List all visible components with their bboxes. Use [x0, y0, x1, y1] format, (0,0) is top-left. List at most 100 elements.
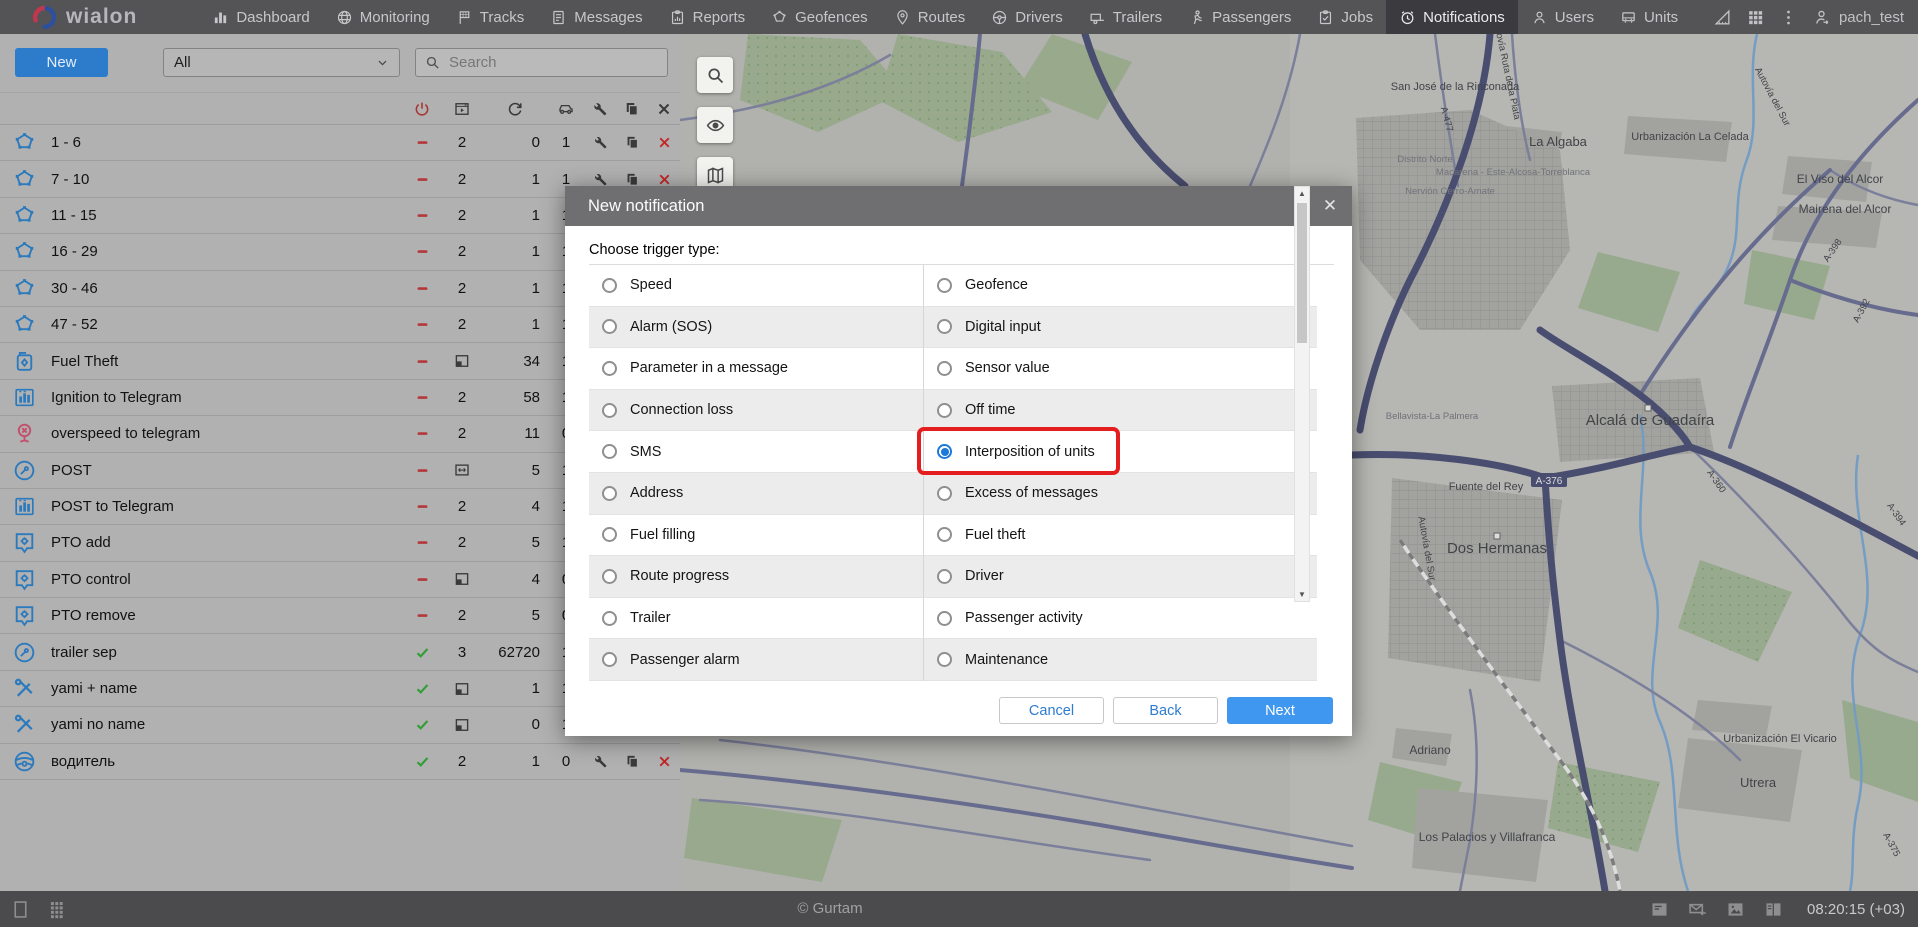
- cancel-button[interactable]: Cancel: [999, 697, 1104, 724]
- nav-item-tracks[interactable]: Tracks: [443, 0, 537, 34]
- radio-icon[interactable]: [937, 611, 952, 626]
- trigger-option[interactable]: Sensor value: [924, 348, 1317, 390]
- trigger-scrollbar[interactable]: ▲ ▼: [1294, 186, 1310, 602]
- nav-item-units[interactable]: Units: [1607, 0, 1691, 34]
- doc-lines-icon[interactable]: [1649, 899, 1670, 920]
- nav-item-notifications[interactable]: Notifications: [1386, 0, 1518, 34]
- radio-icon[interactable]: [937, 569, 952, 584]
- copy-icon[interactable]: [624, 134, 641, 151]
- copy-icon[interactable]: [624, 753, 641, 770]
- apps-icon[interactable]: [1746, 8, 1765, 27]
- activation-toggle[interactable]: [402, 280, 442, 297]
- nav-item-users[interactable]: Users: [1518, 0, 1607, 34]
- wrench-icon[interactable]: [592, 753, 609, 770]
- search-input[interactable]: [447, 53, 659, 72]
- activation-toggle[interactable]: [402, 243, 442, 260]
- nav-item-passengers[interactable]: Passengers: [1175, 0, 1304, 34]
- activation-toggle[interactable]: [402, 171, 442, 188]
- radio-selected[interactable]: [937, 444, 952, 459]
- next-button[interactable]: Next: [1227, 697, 1333, 724]
- radio-icon[interactable]: [602, 403, 617, 418]
- notification-row[interactable]: 1 - 6201: [0, 125, 680, 161]
- nav-item-messages[interactable]: Messages: [537, 0, 655, 34]
- columns-icon[interactable]: [1763, 899, 1784, 920]
- activation-toggle[interactable]: [402, 716, 442, 733]
- user-menu[interactable]: pach_test: [1812, 8, 1904, 27]
- nav-item-geofences[interactable]: Geofences: [758, 0, 881, 34]
- activation-toggle[interactable]: [402, 134, 442, 151]
- trigger-option[interactable]: Fuel theft: [924, 515, 1317, 557]
- nav-item-drivers[interactable]: Drivers: [978, 0, 1076, 34]
- radio-icon[interactable]: [602, 611, 617, 626]
- trigger-option[interactable]: Connection loss: [589, 390, 924, 432]
- activation-toggle[interactable]: [402, 389, 442, 406]
- trigger-option[interactable]: Geofence: [924, 265, 1317, 307]
- new-notification-button[interactable]: New: [15, 48, 108, 77]
- trigger-option[interactable]: Speed: [589, 265, 924, 307]
- back-button[interactable]: Back: [1113, 697, 1218, 724]
- nav-item-routes[interactable]: Routes: [881, 0, 979, 34]
- radio-icon[interactable]: [602, 278, 617, 293]
- close-icon[interactable]: ✕: [1308, 186, 1352, 226]
- radio-icon[interactable]: [602, 319, 617, 334]
- activation-toggle[interactable]: [402, 498, 442, 515]
- trigger-option[interactable]: Digital input: [924, 307, 1317, 349]
- monitor-icon[interactable]: [10, 899, 31, 920]
- radio-icon[interactable]: [937, 486, 952, 501]
- activation-toggle[interactable]: [402, 607, 442, 624]
- radio-icon[interactable]: [602, 486, 617, 501]
- delete-icon[interactable]: [656, 753, 673, 770]
- map-visibility-button[interactable]: [697, 107, 733, 143]
- kebab-icon[interactable]: [1779, 8, 1798, 27]
- radio-icon[interactable]: [602, 361, 617, 376]
- activation-toggle[interactable]: [402, 571, 442, 588]
- trigger-option[interactable]: Fuel filling: [589, 515, 924, 557]
- trigger-option[interactable]: SMS: [589, 431, 924, 473]
- scroll-up-icon[interactable]: ▲: [1295, 189, 1309, 198]
- radio-icon[interactable]: [602, 652, 617, 667]
- grid-icon[interactable]: [47, 899, 68, 920]
- activation-toggle[interactable]: [402, 680, 442, 697]
- trigger-option[interactable]: Address: [589, 473, 924, 515]
- trigger-option[interactable]: Maintenance: [924, 639, 1317, 681]
- trigger-option[interactable]: Trailer: [589, 598, 924, 640]
- radio-icon[interactable]: [937, 278, 952, 293]
- nav-item-dashboard[interactable]: Dashboard: [199, 0, 322, 34]
- activation-toggle[interactable]: [402, 644, 442, 661]
- activation-toggle[interactable]: [402, 462, 442, 479]
- radio-icon[interactable]: [937, 319, 952, 334]
- scroll-thumb[interactable]: [1297, 203, 1307, 343]
- trigger-option[interactable]: Alarm (SOS): [589, 307, 924, 349]
- map-search-button[interactable]: [697, 57, 733, 93]
- radio-icon[interactable]: [937, 527, 952, 542]
- nav-item-monitoring[interactable]: Monitoring: [323, 0, 443, 34]
- trigger-option[interactable]: Interposition of units: [924, 431, 1317, 473]
- radio-icon[interactable]: [602, 569, 617, 584]
- activation-toggle[interactable]: [402, 753, 442, 770]
- radio-icon[interactable]: [937, 652, 952, 667]
- mail-forward-icon[interactable]: [1687, 899, 1708, 920]
- activation-toggle[interactable]: [402, 425, 442, 442]
- filter-select[interactable]: All: [163, 48, 400, 77]
- nav-item-trailers[interactable]: Trailers: [1076, 0, 1175, 34]
- ruler-icon[interactable]: [1713, 8, 1732, 27]
- activation-toggle[interactable]: [402, 353, 442, 370]
- trigger-option[interactable]: Excess of messages: [924, 473, 1317, 515]
- trigger-option[interactable]: Driver: [924, 556, 1317, 598]
- trigger-option[interactable]: Parameter in a message: [589, 348, 924, 390]
- scroll-down-icon[interactable]: ▼: [1295, 590, 1309, 599]
- activation-toggle[interactable]: [402, 207, 442, 224]
- image-icon[interactable]: [1725, 899, 1746, 920]
- nav-item-reports[interactable]: Reports: [656, 0, 759, 34]
- trigger-option[interactable]: Passenger activity: [924, 598, 1317, 640]
- notification-row[interactable]: водитель210: [0, 744, 680, 780]
- radio-icon[interactable]: [602, 527, 617, 542]
- activation-toggle[interactable]: [402, 534, 442, 551]
- trigger-option[interactable]: Off time: [924, 390, 1317, 432]
- radio-icon[interactable]: [937, 403, 952, 418]
- nav-item-jobs[interactable]: Jobs: [1304, 0, 1386, 34]
- radio-icon[interactable]: [602, 444, 617, 459]
- activation-toggle[interactable]: [402, 316, 442, 333]
- delete-icon[interactable]: [656, 134, 673, 151]
- trigger-option[interactable]: Route progress: [589, 556, 924, 598]
